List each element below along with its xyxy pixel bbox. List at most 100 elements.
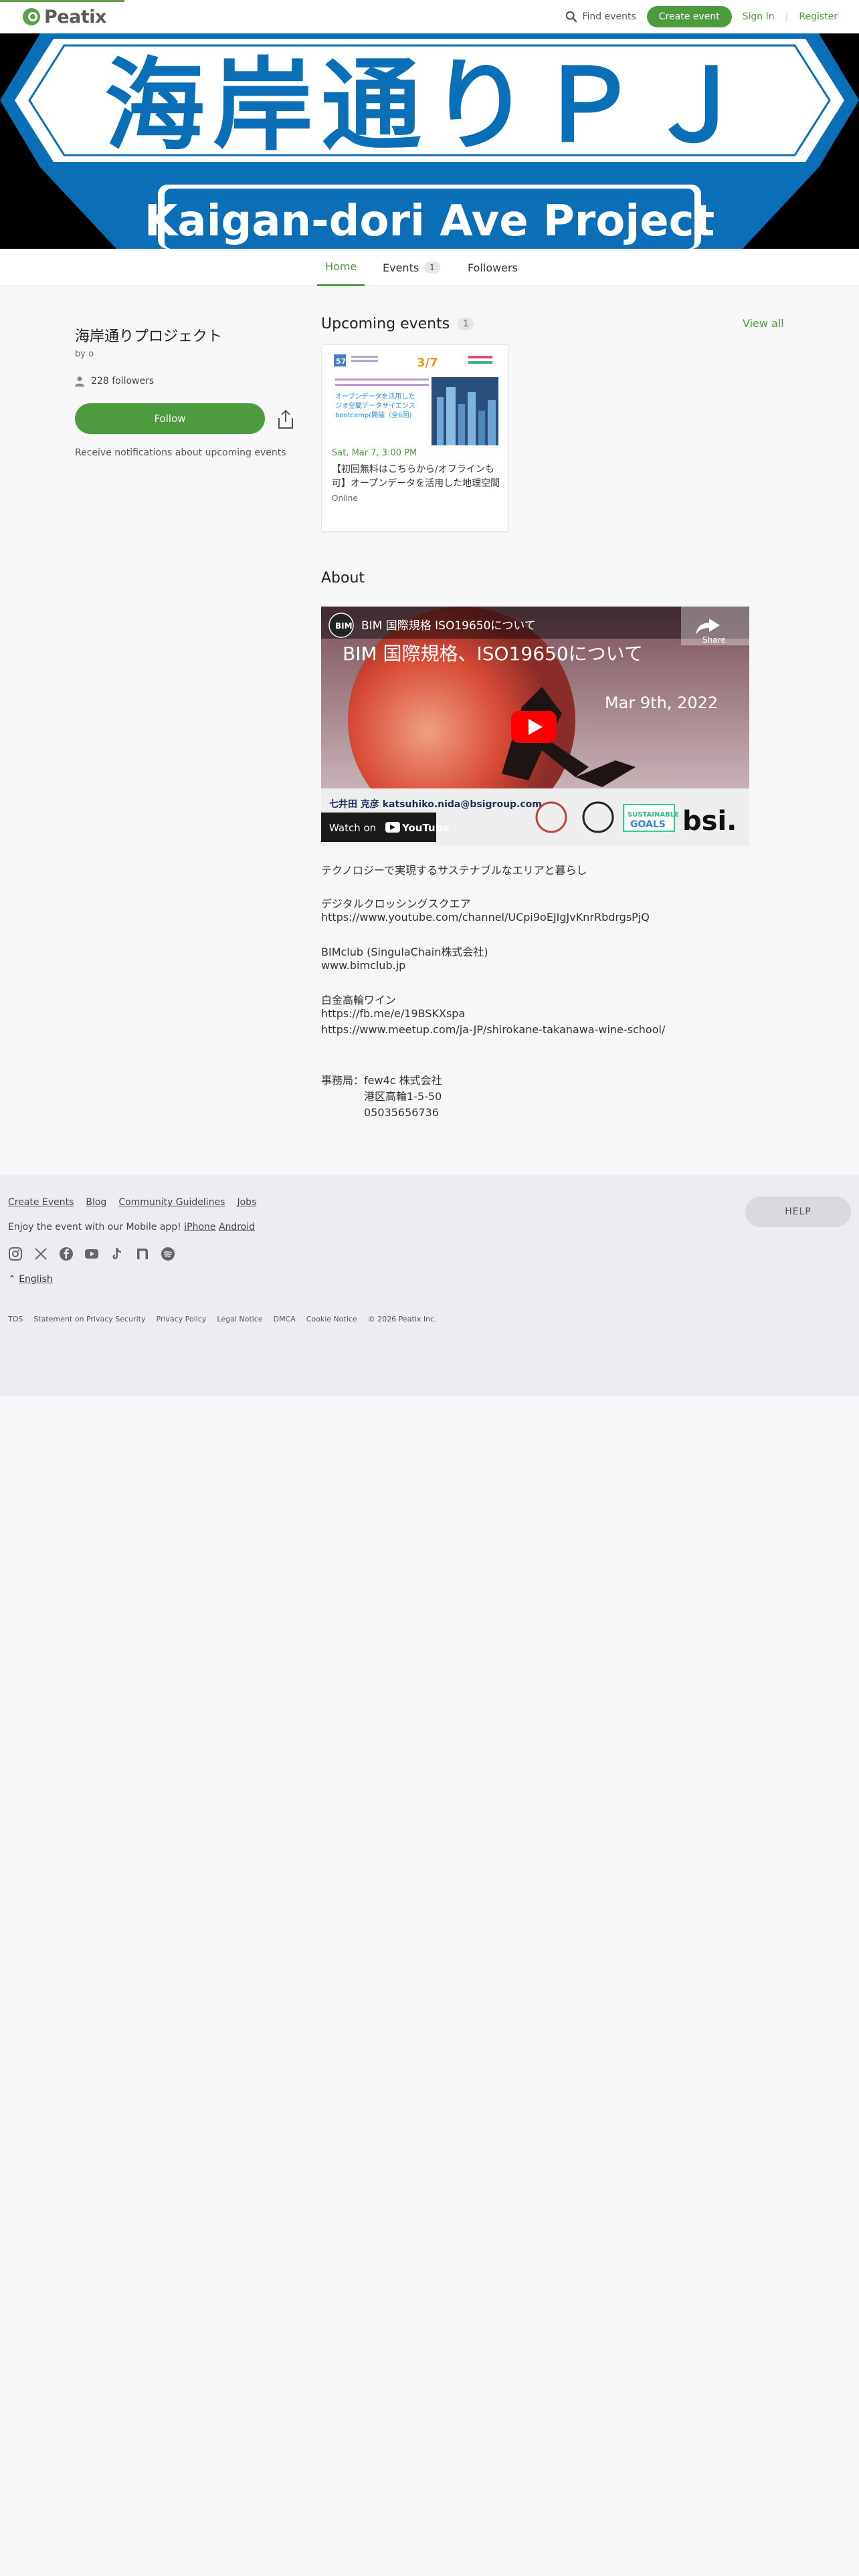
follow-button[interactable]: Follow [75, 403, 265, 434]
progress-line [0, 0, 124, 2]
tab-followers[interactable]: Followers [468, 249, 518, 286]
legal-link-privacy-security[interactable]: Statement on Privacy Security [33, 1315, 145, 1323]
mobile-app-label: Enjoy the event with our Mobile app! [8, 1222, 181, 1232]
share-button[interactable] [277, 409, 294, 429]
svg-text:オープンデータを活用した: オープンデータを活用した [335, 392, 415, 401]
svg-text:SUSTAINABLE: SUSTAINABLE [628, 811, 679, 819]
svg-text:BIM: BIM [335, 621, 353, 631]
upcoming-events-title: Upcoming events [321, 316, 450, 332]
youtube-channel-link[interactable]: https://www.youtube.com/channel/UCpi9oEJ… [321, 911, 650, 924]
register-link[interactable]: Register [799, 11, 838, 22]
iphone-link[interactable]: iPhone [184, 1222, 215, 1232]
logo-text: Peatix [44, 6, 106, 27]
notification-hint: Receive notifications about upcoming eve… [75, 447, 286, 458]
note-icon[interactable] [135, 1247, 150, 1261]
share-icon [278, 409, 293, 429]
about-tagline: テクノロジーで実現するサステナブルなエリアと暮らし [321, 864, 587, 877]
organizer-tabs: Home Events 1 Followers [0, 249, 859, 286]
x-twitter-icon[interactable] [33, 1247, 48, 1261]
social-links [8, 1247, 175, 1261]
about-line-bimclub: BIMclub (SingulaChain株式会社) [321, 946, 488, 958]
bsi-logo-text: bsi. [682, 806, 737, 837]
bimclub-link[interactable]: www.bimclub.jp [321, 959, 405, 972]
view-all-link[interactable]: View all [743, 317, 784, 330]
create-event-button[interactable]: Create event [646, 6, 732, 27]
followers-count-row[interactable]: 228 followers [75, 376, 154, 387]
video-date-text: Mar 9th, 2022 [605, 693, 718, 712]
youtube-embed[interactable]: BIM BIM 国際規格 ISO19650について BIM 国際規格、ISO19… [321, 607, 749, 846]
upcoming-events-count: 1 [458, 318, 474, 330]
peatix-logo[interactable]: Peatix [23, 6, 106, 27]
footer-link-blog[interactable]: Blog [86, 1197, 106, 1208]
video-thumbnail: BIM BIM 国際規格 ISO19650について BIM 国際規格、ISO19… [321, 607, 749, 846]
video-channel-title: BIM 国際規格 ISO19650について [361, 619, 536, 633]
nav-separator: | [785, 11, 789, 22]
instagram-icon[interactable] [8, 1247, 23, 1261]
legal-links: TOS Statement on Privacy Security Privac… [8, 1315, 437, 1323]
legal-link-cookie-notice[interactable]: Cookie Notice [306, 1315, 357, 1323]
organizer-name: 海岸通りプロジェクト [75, 328, 223, 345]
language-label: English [19, 1274, 53, 1285]
legal-link-dmca[interactable]: DMCA [274, 1315, 296, 1323]
about-line-wine: 白金高輪ワイン [321, 994, 397, 1006]
event-thumbnail-graphic: 57 3/7 オープンデータを活用した ジオ空間データサイエンス bootcam… [331, 350, 500, 447]
about-title: About [321, 570, 365, 586]
footer-link-jobs[interactable]: Jobs [237, 1197, 256, 1208]
upcoming-events-heading: Upcoming events 1 [321, 316, 474, 332]
svg-text:ジオ空間データサイエンス: ジオ空間データサイエンス [335, 401, 415, 410]
legal-link-privacy-policy[interactable]: Privacy Policy [156, 1315, 206, 1323]
find-events-label: Find events [582, 11, 636, 22]
event-date: Sat, Mar 7, 3:00 PM [332, 448, 417, 458]
top-navigation-bar: Peatix Find events Create event Sign In … [0, 0, 859, 33]
help-button[interactable]: HELP [745, 1196, 851, 1227]
cover-banner: 海岸通りＰＪ Kaigan-dori Ave Project [0, 33, 859, 249]
office-name: 事務局：few4c 株式会社 [321, 1074, 442, 1087]
tiktok-icon[interactable] [110, 1247, 124, 1261]
tab-followers-label: Followers [468, 261, 518, 274]
spotify-icon[interactable] [161, 1247, 175, 1261]
svg-text:57: 57 [336, 357, 346, 366]
banner-graphic: 海岸通りＰＪ Kaigan-dori Ave Project [0, 33, 859, 249]
person-icon [75, 377, 84, 387]
banner-title-en: Kaigan-dori Ave Project [145, 197, 714, 246]
facebook-event-link[interactable]: https://fb.me/e/19BSKXspa [321, 1007, 465, 1020]
svg-text:bootcamp(開催（全6回): bootcamp(開催（全6回) [335, 411, 411, 419]
sign-in-link[interactable]: Sign In [743, 11, 775, 22]
event-card[interactable]: 57 3/7 オープンデータを活用した ジオ空間データサイエンス bootcam… [321, 344, 508, 532]
tab-events[interactable]: Events 1 [383, 249, 440, 286]
event-thumbnail: 57 3/7 オープンデータを活用した ジオ空間データサイエンス bootcam… [331, 350, 500, 447]
facebook-icon[interactable] [59, 1247, 74, 1261]
tab-home[interactable]: Home [317, 249, 365, 286]
copyright: © 2026 Peatix Inc. [367, 1315, 437, 1323]
followers-label: followers [112, 376, 155, 387]
banner-title-jp: 海岸通りＰＪ [104, 48, 755, 165]
thumbnail-date: 3/7 [417, 356, 438, 370]
header-actions: Find events Create event Sign In | Regis… [565, 0, 838, 33]
youtube-icon[interactable] [84, 1247, 99, 1261]
peatix-logo-icon [23, 8, 40, 25]
tab-events-count: 1 [424, 261, 440, 274]
footer-link-guidelines[interactable]: Community Guidelines [118, 1197, 225, 1208]
android-link[interactable]: Android [219, 1222, 255, 1232]
footer-link-create-events[interactable]: Create Events [8, 1197, 74, 1208]
event-title[interactable]: 【初回無料はこちらから/オフラインも可】オープンデータを活用した地理空間データサ… [332, 463, 500, 491]
svg-text:七井田 克彦 katsuhiko.nida@bsigrou: 七井田 克彦 katsuhiko.nida@bsigroup.com [329, 798, 542, 810]
site-footer [0, 1175, 859, 1396]
about-line-digital-crossing: デジタルクロッシングスクエア [321, 897, 471, 910]
language-selector[interactable]: ⌃ English [8, 1274, 53, 1285]
legal-link-tos[interactable]: TOS [8, 1315, 23, 1323]
video-headline: BIM 国際規格、ISO19650について [343, 643, 643, 665]
about-heading: About [321, 570, 365, 586]
organizer-by: by o [75, 349, 94, 359]
legal-link-legal-notice[interactable]: Legal Notice [217, 1315, 262, 1323]
footer-links: Create Events Blog Community Guidelines … [8, 1197, 256, 1208]
office-phone: 05035656736 [321, 1106, 439, 1119]
mobile-app-text: Enjoy the event with our Mobile app! iPh… [8, 1222, 255, 1232]
event-location: Online [332, 494, 358, 503]
chevron-up-icon: ⌃ [8, 1274, 16, 1285]
find-events-link[interactable]: Find events [565, 11, 636, 23]
video-share-label[interactable]: Share [702, 635, 726, 645]
watch-on-label[interactable]: Watch on [329, 822, 376, 834]
meetup-link[interactable]: https://www.meetup.com/ja-JP/shirokane-t… [321, 1023, 665, 1036]
youtube-wordmark: YouTube [401, 822, 450, 834]
